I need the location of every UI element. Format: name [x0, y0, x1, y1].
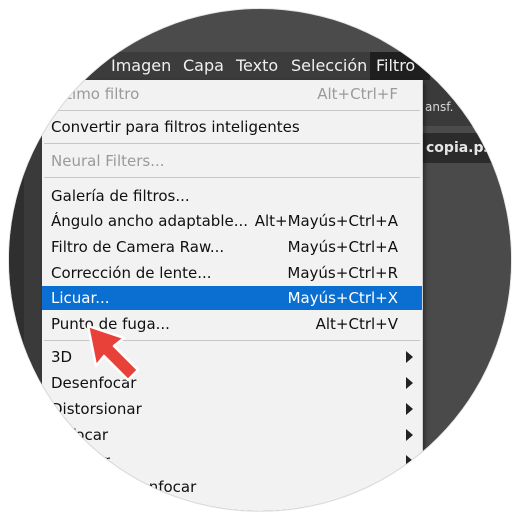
menubar-item-partial[interactable]: ir: [66, 52, 89, 80]
menu-item-convertir-filtros-inteligentes[interactable]: Convertir para filtros inteligentes: [42, 115, 422, 139]
menubar-item-texto[interactable]: Texto: [230, 52, 284, 80]
submenu-arrow-icon: [406, 377, 413, 389]
menubar-item-imagen[interactable]: Imagen: [105, 52, 177, 80]
red-arrow-pointer-icon: [86, 324, 140, 382]
menu-item-label: Licuar...: [51, 289, 110, 307]
menu-item-shortcut: Alt+Mayús+Ctrl+A: [254, 212, 398, 230]
menu-item-label: Efectos Desenfocar: [51, 478, 197, 496]
filter-menu: Último filtro Alt+Ctrl+F Convertir para …: [42, 80, 423, 511]
menu-item-label: Distorsionar: [51, 400, 142, 418]
menu-item-label: Filtro de Camera Raw...: [51, 238, 225, 256]
menu-item-label: Estilizar: [51, 452, 110, 470]
menu-item-label: Enfocar: [51, 426, 109, 444]
menubar-item-filtro[interactable]: Filtro: [370, 52, 430, 80]
menu-item-shortcut: Alt+Ctrl+V: [315, 315, 398, 333]
menubar-item-seleccion[interactable]: Selección: [285, 52, 373, 80]
submenu-arrow-icon: [406, 455, 413, 467]
menu-item-camera-raw[interactable]: Filtro de Camera Raw... Mayús+Ctrl+A: [42, 235, 422, 259]
submenu-arrow-icon: [406, 351, 413, 363]
menu-item-angulo-ancho-adaptable[interactable]: Ángulo ancho adaptable... Alt+Mayús+Ctrl…: [42, 209, 422, 233]
menu-item-distorsionar[interactable]: Distorsionar: [42, 397, 422, 421]
menu-item-licuar[interactable]: Licuar... Mayús+Ctrl+X: [42, 286, 422, 310]
menu-item-shortcut: Mayús+Ctrl+A: [287, 238, 398, 256]
menu-item-enfocar[interactable]: Enfocar: [42, 423, 422, 447]
submenu-arrow-icon: [406, 403, 413, 415]
menu-item-label: 3D: [51, 348, 73, 366]
menubar-item-capa[interactable]: Capa: [177, 52, 230, 80]
menu-separator: [44, 177, 420, 178]
menu-item-label: Ángulo ancho adaptable...: [51, 212, 249, 230]
menu-item-shortcut: Mayús+Ctrl+R: [287, 264, 398, 282]
menu-item-neural-filters: Neural Filters...: [42, 149, 422, 173]
document-tab-title: copia.psd: [426, 140, 502, 156]
canvas-workspace: [420, 163, 511, 511]
menu-item-label: Corrección de lente...: [51, 264, 212, 282]
menu-separator: [44, 143, 420, 144]
tools-column: [24, 80, 42, 511]
submenu-arrow-icon: [406, 429, 413, 441]
menu-item-shortcut: Alt+Ctrl+F: [317, 85, 398, 103]
menu-item-ultimo-filtro: Último filtro Alt+Ctrl+F: [42, 82, 422, 106]
menu-item-label: Último filtro: [51, 85, 140, 103]
menu-item-label: Neural Filters...: [51, 152, 165, 170]
menu-item-galeria-filtros[interactable]: Galería de filtros...: [42, 184, 422, 208]
zoom-lens: ir Imagen Capa Texto Selección Filtro an…: [9, 9, 511, 511]
menu-item-efectos-desenfocar[interactable]: Efectos Desenfocar: [42, 475, 422, 499]
options-bar-text: ansf.: [425, 100, 454, 114]
menu-separator: [44, 110, 420, 111]
menu-item-correccion-lente[interactable]: Corrección de lente... Mayús+Ctrl+R: [42, 261, 422, 285]
menu-item-estilizar[interactable]: Estilizar: [42, 449, 422, 473]
menu-item-label: Galería de filtros...: [51, 187, 190, 205]
menu-item-shortcut: Mayús+Ctrl+X: [287, 289, 398, 307]
menu-item-label: Convertir para filtros inteligentes: [51, 118, 300, 136]
